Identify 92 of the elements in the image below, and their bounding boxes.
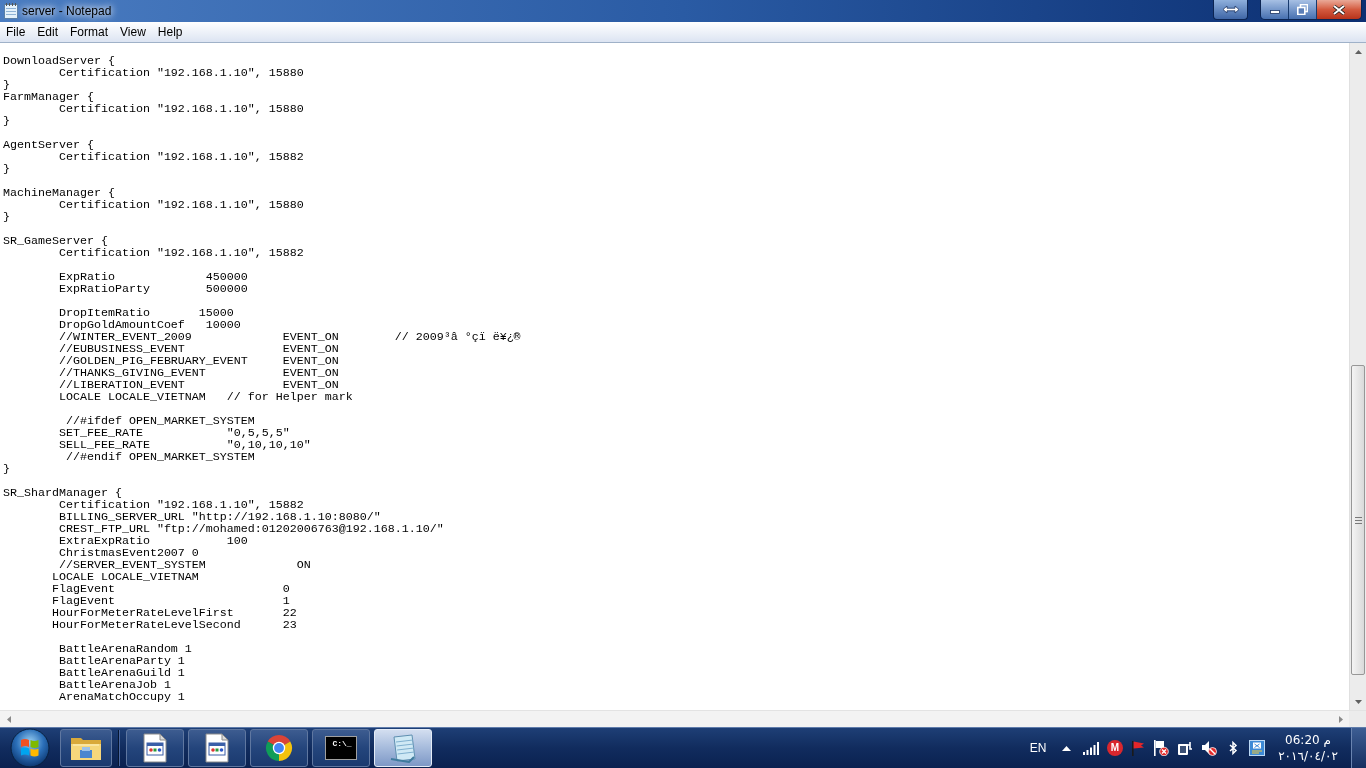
code-line: FlagEvent 0	[51, 582, 290, 596]
code-line: SELL_FEE_RATE "0,10,10,10"	[58, 438, 311, 452]
code-line: //#ifdef OPEN_MARKET_SYSTEM	[65, 414, 255, 428]
notepad-icon	[388, 733, 418, 763]
right-arrow-icon	[1338, 715, 1343, 723]
code-line: ExpRatioParty 500000	[58, 282, 248, 296]
scrollbar-thumb[interactable]	[1351, 365, 1365, 675]
start-button[interactable]	[9, 728, 51, 768]
clock-date[interactable]: ٢٠١٦/٠٤/٠٢	[1278, 748, 1338, 764]
flag-icon[interactable]	[1131, 740, 1145, 756]
down-arrow-icon	[1354, 699, 1362, 704]
code-line: BattleArenaJob 1	[58, 678, 171, 692]
restore-icon	[1297, 4, 1308, 15]
speaker-muted-icon[interactable]	[1201, 740, 1217, 756]
circle-logo-icon[interactable]: M	[1107, 740, 1123, 756]
code-line: BILLING_SERVER_URL "http://192.168.1.10:8080/"	[58, 510, 381, 524]
code-line: //SERVER_EVENT_SYSTEM ON	[58, 558, 311, 572]
tile-app-icon[interactable]	[1249, 740, 1265, 756]
code-line: DownloadServer {	[3, 54, 115, 68]
code-line: }	[3, 162, 10, 176]
code-line: ChristmasEvent2007 0	[58, 546, 199, 560]
code-line: }	[3, 78, 10, 92]
code-line: HourForMeterRateLevelSecond 23	[51, 618, 297, 632]
document-window-icon	[205, 733, 229, 763]
flag-error-icon[interactable]	[1153, 740, 1169, 756]
code-line: Certification "192.168.1.10", 15882	[58, 150, 304, 164]
code-line: BattleArenaGuild 1	[58, 666, 185, 680]
code-line: //#endif OPEN_MARKET_SYSTEM	[65, 450, 255, 464]
code-line: DropGoldAmountCoef 10000	[58, 318, 241, 332]
close-button[interactable]	[1317, 0, 1361, 19]
terminal-icon: C:\_	[325, 736, 357, 760]
taskbar-button[interactable]	[188, 729, 246, 767]
up-arrow-icon	[1354, 49, 1362, 54]
code-line: FlagEvent 1	[51, 594, 290, 608]
taskbar-button[interactable]	[60, 729, 112, 767]
code-line: CREST_FTP_URL "ftp://mohamed:01202006763@192.168.1.10/"	[58, 522, 444, 536]
round-logo-icon	[265, 734, 293, 762]
snap-button[interactable]	[1213, 0, 1248, 20]
taskbar-button[interactable]	[126, 729, 184, 767]
code-line: BattleArenaRandom 1	[58, 642, 192, 656]
code-line: HourForMeterRateLevelFirst 22	[51, 606, 297, 620]
power-plug-icon[interactable]	[1177, 740, 1193, 756]
code-line: }	[3, 210, 10, 224]
window-title: server - Notepad	[22, 4, 112, 18]
double-arrow-icon	[1221, 5, 1240, 14]
menu-item[interactable]: Format	[64, 22, 115, 42]
code-line: LOCALE LOCALE_VIETNAM // for Helper mark	[58, 390, 353, 404]
code-line: MachineManager {	[3, 186, 115, 200]
show-desktop-button[interactable]	[1351, 728, 1366, 768]
code-line: //THANKS_GIVING_EVENT EVENT_ON	[58, 366, 339, 380]
taskbar-button[interactable]: C:\_	[312, 729, 370, 767]
code-line: Certification "192.168.1.10", 15882	[58, 246, 304, 260]
left-arrow-icon	[6, 715, 11, 723]
code-line: }	[3, 114, 10, 128]
language-button[interactable]: EN	[1026, 738, 1050, 758]
signal-bars-icon[interactable]	[1083, 741, 1099, 755]
code-line: ExtraExpRatio 100	[58, 534, 248, 548]
restore-button[interactable]	[1289, 0, 1317, 19]
menu-item[interactable]: View	[114, 22, 152, 42]
minimize-button[interactable]	[1261, 0, 1289, 19]
grip-icon	[1354, 516, 1362, 524]
code-line: BattleArenaParty 1	[58, 654, 185, 668]
code-line: Certification "192.168.1.10", 15880	[58, 66, 304, 80]
close-icon	[1333, 4, 1345, 15]
code-line: //LIBERATION_EVENT EVENT_ON	[58, 378, 339, 392]
code-line: Certification "192.168.1.10", 15880	[58, 198, 304, 212]
code-line: //GOLDEN_PIG_FEBRUARY_EVENT EVENT_ON	[58, 354, 339, 368]
code-line: }	[3, 462, 10, 476]
menu-item[interactable]: Edit	[31, 22, 65, 42]
code-line: SR_GameServer {	[3, 234, 108, 248]
code-line: SR_ShardManager {	[3, 486, 122, 500]
flag-orb-icon	[10, 728, 50, 768]
code-line: AgentServer {	[3, 138, 94, 152]
code-line: Certification "192.168.1.10", 15880	[58, 102, 304, 116]
code-line: ExpRatio 450000	[58, 270, 248, 284]
clock-time[interactable]: 06:20 م	[1285, 732, 1331, 748]
code-line: Certification "192.168.1.10", 15882	[58, 498, 304, 512]
folder-icon	[70, 735, 102, 761]
code-line: SET_FEE_RATE "0,5,5,5"	[58, 426, 290, 440]
notepad-icon	[4, 3, 18, 19]
code-line: ArenaMatchOccupy 1	[58, 690, 185, 704]
code-line: LOCALE LOCALE_VIETNAM	[51, 570, 199, 584]
menu-item[interactable]: Help	[151, 22, 189, 42]
code-line: DropItemRatio 15000	[58, 306, 234, 320]
taskbar-button[interactable]	[250, 729, 308, 767]
menu-item[interactable]: File	[0, 22, 32, 42]
document-window-icon	[143, 733, 167, 763]
minimize-icon	[1269, 10, 1280, 14]
caret-up-icon	[1061, 745, 1071, 751]
code-line: FarmManager {	[3, 90, 94, 104]
code-line: //EUBUSINESS_EVENT EVENT_ON	[58, 342, 339, 356]
code-line: //WINTER_EVENT_2009 EVENT_ON // 2009³â °çï ë¥¿®	[58, 330, 521, 344]
